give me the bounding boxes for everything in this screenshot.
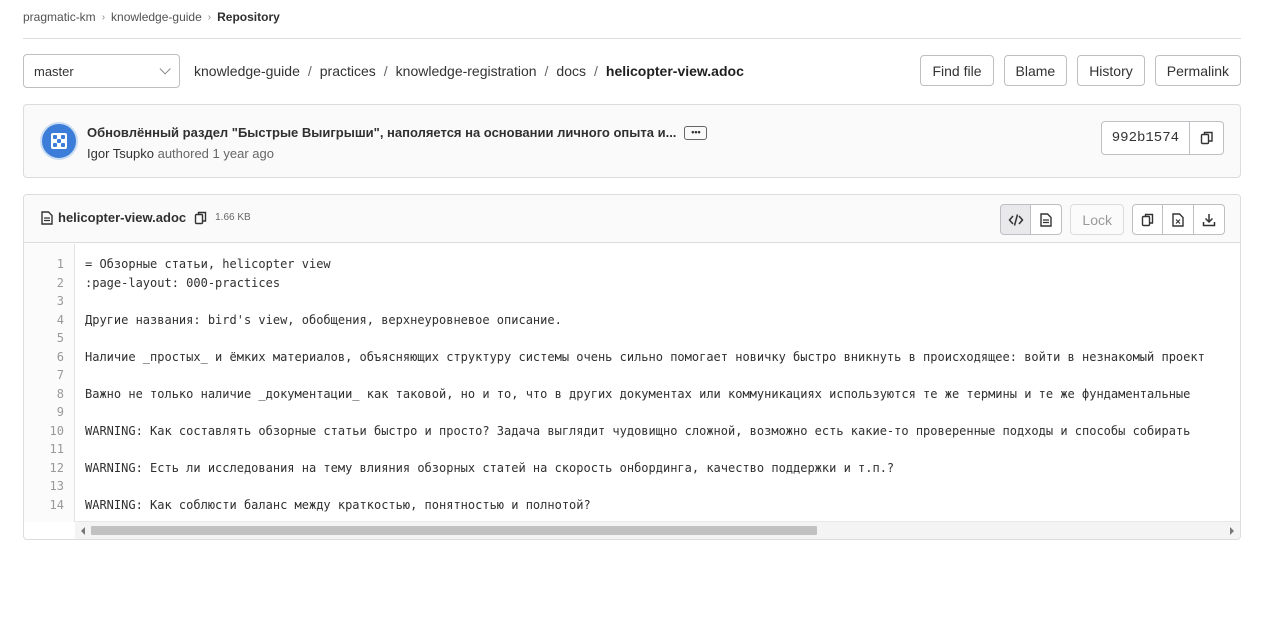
- file-path: knowledge-guide / practices / knowledge-…: [194, 54, 744, 88]
- copy-icon: [194, 211, 207, 224]
- code-line: WARNING: Есть ли исследования на тему вл…: [85, 460, 895, 475]
- display-source-button[interactable]: [1000, 204, 1032, 235]
- download-button[interactable]: [1194, 204, 1225, 235]
- commit-authored-time: authored 1 year ago: [157, 146, 274, 161]
- code-line: Другие названия: bird's view, обобщения,…: [85, 312, 562, 327]
- code-line: Важно не только наличие _документации_ к…: [85, 386, 1191, 401]
- file-size: 1.66 KB: [215, 212, 251, 223]
- line-number[interactable]: 9: [24, 403, 74, 422]
- line-number[interactable]: 5: [24, 329, 74, 348]
- find-file-button[interactable]: Find file: [920, 55, 994, 86]
- line-number[interactable]: 10: [24, 422, 74, 441]
- file-header-actions: Lock: [1000, 204, 1225, 235]
- path-segment[interactable]: knowledge-guide: [194, 63, 300, 79]
- display-rendered-button[interactable]: [1031, 204, 1063, 235]
- avatar-pattern-icon: [51, 133, 67, 149]
- copy-file-path-button[interactable]: [194, 211, 207, 225]
- copy-icon: [1141, 213, 1154, 226]
- avatar[interactable]: [40, 122, 78, 160]
- path-current-file[interactable]: helicopter-view.adoc: [606, 63, 744, 79]
- scrollbar-thumb[interactable]: [91, 526, 817, 535]
- chevron-right-icon: ›: [207, 11, 212, 23]
- code-line: Наличие _простых_ и ёмких материалов, об…: [85, 349, 1205, 364]
- line-number[interactable]: 6: [24, 348, 74, 367]
- path-separator: /: [307, 63, 312, 79]
- breadcrumb: pragmatic-km › knowledge-guide › Reposit…: [23, 8, 280, 26]
- file-title: helicopter-view.adoc 1.66 KB: [41, 210, 251, 225]
- commit-sha-group: 992b1574: [1100, 121, 1224, 155]
- line-number[interactable]: 11: [24, 440, 74, 459]
- commit-title-link[interactable]: Обновлённый раздел "Быстрые Выигрыши", н…: [87, 125, 676, 140]
- code-line: = Обзорные статьи, helicopter view: [85, 257, 331, 271]
- file-tools: [1132, 204, 1225, 235]
- file-name: helicopter-view.adoc: [58, 210, 187, 225]
- chevron-right-icon: ›: [101, 11, 106, 23]
- divider: [23, 38, 1241, 39]
- breadcrumb-current[interactable]: Repository: [217, 10, 280, 24]
- permalink-button[interactable]: Permalink: [1154, 55, 1241, 86]
- branch-selected-label: master: [34, 63, 74, 79]
- commit-meta: Igor Tsupko authored 1 year ago: [87, 146, 274, 161]
- expand-commit-button[interactable]: •••: [684, 125, 708, 140]
- copy-icon: [1200, 131, 1213, 145]
- code-line: WARNING: Как соблюсти баланс между кратк…: [85, 497, 591, 512]
- commit-sha-label[interactable]: 992b1574: [1100, 121, 1190, 155]
- copy-contents-button[interactable]: [1132, 204, 1163, 235]
- file-viewer: helicopter-view.adoc 1.66 KB Lock 1 2 3 …: [23, 194, 1241, 540]
- line-numbers: 1 2 3 4 5 6 7 8 9 10 11 12 13 14: [24, 244, 75, 522]
- lock-button[interactable]: Lock: [1070, 204, 1124, 235]
- last-commit: Обновлённый раздел "Быстрые Выигрыши", н…: [23, 104, 1241, 178]
- chevron-down-icon: [159, 63, 171, 75]
- history-button[interactable]: History: [1077, 55, 1145, 86]
- file-icon: [41, 210, 53, 225]
- line-number[interactable]: 13: [24, 477, 74, 496]
- view-toggle: [1000, 204, 1063, 235]
- code-line: WARNING: Как составлять обзорные статьи …: [85, 423, 1191, 438]
- horizontal-scrollbar[interactable]: [75, 521, 1240, 539]
- breadcrumb-item-knowledge-guide[interactable]: knowledge-guide: [111, 10, 202, 24]
- code-view[interactable]: 1 2 3 4 5 6 7 8 9 10 11 12 13 14 = Обзорные статьи, h…: [24, 244, 1240, 522]
- path-segment[interactable]: docs: [556, 63, 586, 79]
- download-icon: [1202, 213, 1216, 226]
- path-separator: /: [544, 63, 549, 79]
- line-number[interactable]: 8: [24, 385, 74, 404]
- line-number[interactable]: 12: [24, 459, 74, 478]
- open-raw-button[interactable]: [1163, 204, 1194, 235]
- path-segment[interactable]: knowledge-registration: [396, 63, 537, 79]
- path-separator: /: [383, 63, 388, 79]
- branch-dropdown[interactable]: master: [23, 54, 180, 88]
- raw-file-icon: [1172, 212, 1184, 227]
- path-segment[interactable]: practices: [320, 63, 376, 79]
- line-number[interactable]: 3: [24, 292, 74, 311]
- file-actions: Find file Blame History Permalink: [920, 55, 1241, 86]
- code-lines: = Обзорные статьи, helicopter view :page-…: [85, 255, 1240, 514]
- line-number[interactable]: 7: [24, 366, 74, 385]
- commit-message: Обновлённый раздел "Быстрые Выигрыши", н…: [87, 125, 708, 140]
- line-number[interactable]: 4: [24, 311, 74, 330]
- copy-sha-button[interactable]: [1190, 121, 1224, 155]
- line-number[interactable]: 1: [24, 255, 74, 274]
- line-number[interactable]: 14: [24, 496, 74, 515]
- breadcrumb-item-pragmatic-km[interactable]: pragmatic-km: [23, 10, 96, 24]
- code-icon: [1008, 213, 1024, 226]
- document-icon: [1040, 212, 1053, 227]
- path-separator: /: [594, 63, 598, 79]
- commit-author-link[interactable]: Igor Tsupko: [87, 146, 154, 161]
- file-header: helicopter-view.adoc 1.66 KB Lock: [24, 195, 1240, 243]
- line-number[interactable]: 2: [24, 274, 74, 293]
- scroll-right-icon[interactable]: [1230, 527, 1234, 535]
- scroll-left-icon[interactable]: [81, 527, 85, 535]
- blame-button[interactable]: Blame: [1003, 55, 1068, 86]
- code-line: :page-layout: 000-practices: [85, 275, 281, 290]
